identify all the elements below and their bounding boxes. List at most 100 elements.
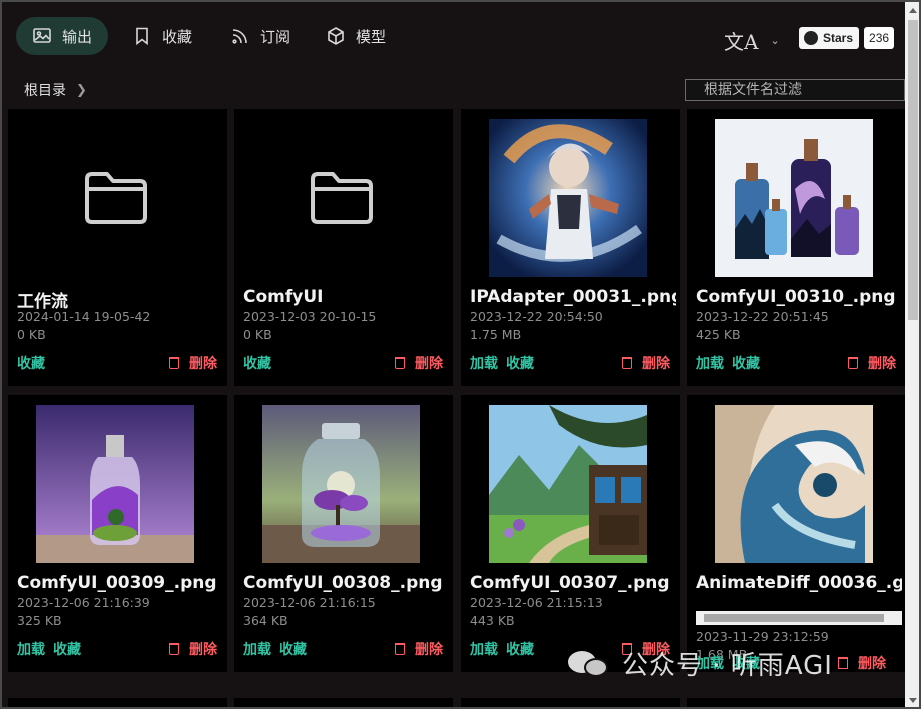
folder-icon: [311, 172, 373, 224]
tab-subscriptions[interactable]: 订阅: [214, 17, 306, 55]
file-name: AnimateDiff_00036_.gi: [696, 573, 902, 593]
favorite-button[interactable]: 收藏: [243, 353, 271, 373]
bookmark-icon: [132, 26, 152, 46]
rss-icon: [230, 26, 250, 46]
scroll-up-arrow-icon[interactable]: [909, 8, 917, 13]
favorite-button[interactable]: 收藏: [279, 639, 307, 659]
delete-button[interactable]: 删除: [848, 353, 896, 373]
trash-icon: [848, 357, 858, 369]
delete-label: 删除: [189, 642, 217, 658]
file-name: ComfyUI: [243, 287, 324, 307]
tab-models-label: 模型: [356, 27, 387, 46]
tab-favorites[interactable]: 收藏: [116, 17, 208, 55]
image-icon: [32, 26, 52, 46]
app-window: 输出 收藏 订阅 模型 文A ⌄ Stars 236 根目录 ❯ 根据文件名过滤…: [0, 0, 921, 709]
file-card[interactable]: [234, 698, 453, 707]
cube-icon: [326, 26, 346, 46]
scrollbar-thumb[interactable]: [908, 20, 918, 320]
file-date: 2024-01-14 19-05-42: [17, 309, 151, 324]
title-horizontal-scrollbar[interactable]: [696, 611, 902, 625]
delete-button[interactable]: 删除: [395, 353, 443, 373]
file-date: 2023-12-03 20-10-15: [243, 309, 377, 324]
delete-label: 删除: [642, 356, 670, 372]
file-card[interactable]: AnimateDiff_00036_.gi 2023-11-29 23:12:5…: [687, 395, 906, 672]
top-navigation: 输出 收藏 订阅 模型 文A ⌄ Stars 236: [2, 2, 905, 70]
load-button[interactable]: 加载: [243, 639, 271, 659]
glass-jar-thumbnail[interactable]: [262, 405, 420, 563]
file-card[interactable]: ComfyUI_00308_.png 2023-12-06 21:16:15 3…: [234, 395, 453, 672]
favorite-button[interactable]: 收藏: [506, 639, 534, 659]
github-stars-label: Stars: [799, 27, 860, 49]
breadcrumb: 根目录 ❯: [24, 80, 87, 100]
delete-button[interactable]: 删除: [169, 639, 217, 659]
chevron-right-icon: ❯: [76, 82, 87, 98]
tab-output-label: 输出: [62, 27, 93, 46]
load-button[interactable]: 加载: [17, 639, 45, 659]
file-size: 0 KB: [17, 327, 46, 342]
trash-icon: [169, 643, 179, 655]
file-card[interactable]: IPAdapter_00031_.png 2023-12-22 20:54:50…: [461, 109, 680, 386]
load-button[interactable]: 加载: [470, 353, 498, 373]
delete-label: 删除: [868, 356, 896, 372]
delete-button[interactable]: 删除: [395, 639, 443, 659]
file-card[interactable]: ComfyUI_00307_.png 2023-12-06 21:15:13 4…: [461, 395, 680, 672]
anime-warrior-thumbnail[interactable]: [489, 119, 647, 277]
favorite-button[interactable]: 收藏: [732, 353, 760, 373]
favorite-button[interactable]: 收藏: [53, 639, 81, 659]
file-card[interactable]: [461, 698, 680, 707]
github-icon: [804, 31, 818, 45]
file-name: ComfyUI_00307_.png: [470, 573, 670, 593]
file-card[interactable]: 工作流 2024-01-14 19-05-42 0 KB 收藏 删除: [8, 109, 227, 386]
github-stars-badge[interactable]: Stars 236: [799, 27, 895, 49]
load-button[interactable]: 加载: [696, 353, 724, 373]
fantasy-house-thumbnail[interactable]: [489, 405, 647, 563]
trash-icon: [169, 357, 179, 369]
file-card[interactable]: ComfyUI_00310_.png 2023-12-22 20:51:45 4…: [687, 109, 906, 386]
delete-label: 删除: [858, 656, 886, 672]
scroll-down-arrow-icon[interactable]: [909, 698, 917, 703]
file-date: 2023-12-06 21:15:13: [470, 595, 603, 610]
trash-icon: [395, 643, 405, 655]
tab-models[interactable]: 模型: [310, 17, 402, 55]
delete-button[interactable]: 删除: [169, 353, 217, 373]
stars-text: Stars: [823, 31, 854, 45]
file-date: 2023-12-06 21:16:39: [17, 595, 150, 610]
tab-favorites-label: 收藏: [162, 27, 193, 46]
file-card[interactable]: ComfyUI 2023-12-03 20-10-15 0 KB 收藏 删除: [234, 109, 453, 386]
delete-label: 删除: [415, 642, 443, 658]
wave-thumbnail[interactable]: [715, 405, 873, 563]
tab-output[interactable]: 输出: [16, 17, 109, 55]
delete-label: 删除: [415, 356, 443, 372]
file-size: 325 KB: [17, 613, 62, 628]
trash-icon: [395, 357, 405, 369]
file-date: 2023-12-22 20:54:50: [470, 309, 603, 324]
breadcrumb-root[interactable]: 根目录: [24, 80, 66, 100]
bottles-thumbnail[interactable]: [715, 119, 873, 277]
file-size: 364 KB: [243, 613, 288, 628]
vertical-scrollbar[interactable]: [905, 2, 919, 707]
file-card[interactable]: ComfyUI_00309_.png 2023-12-06 21:16:39 3…: [8, 395, 227, 672]
stars-count: 236: [864, 27, 895, 49]
wechat-icon: [568, 649, 610, 679]
load-button[interactable]: 加载: [470, 639, 498, 659]
language-selector[interactable]: 文A ⌄: [724, 26, 780, 55]
purple-bottle-thumbnail[interactable]: [36, 405, 194, 563]
file-size: 0 KB: [243, 327, 272, 342]
filename-filter-input[interactable]: [685, 79, 905, 101]
tab-subscriptions-label: 订阅: [260, 27, 291, 46]
scrollbar-thumb[interactable]: [704, 614, 884, 622]
chevron-down-icon: ⌄: [770, 34, 780, 47]
trash-icon: [622, 357, 632, 369]
file-card[interactable]: [8, 698, 227, 707]
file-name: IPAdapter_00031_.png: [470, 287, 676, 307]
favorite-button[interactable]: 收藏: [506, 353, 534, 373]
file-name: ComfyUI_00309_.png: [17, 573, 217, 593]
file-size: 443 KB: [470, 613, 515, 628]
file-card[interactable]: [687, 698, 906, 707]
delete-label: 删除: [189, 356, 217, 372]
favorite-button[interactable]: 收藏: [17, 353, 45, 373]
watermark: 公众号 · 听雨AGI: [568, 645, 833, 682]
delete-button[interactable]: 删除: [838, 653, 886, 673]
file-name: ComfyUI_00308_.png: [243, 573, 443, 593]
delete-button[interactable]: 删除: [622, 353, 670, 373]
